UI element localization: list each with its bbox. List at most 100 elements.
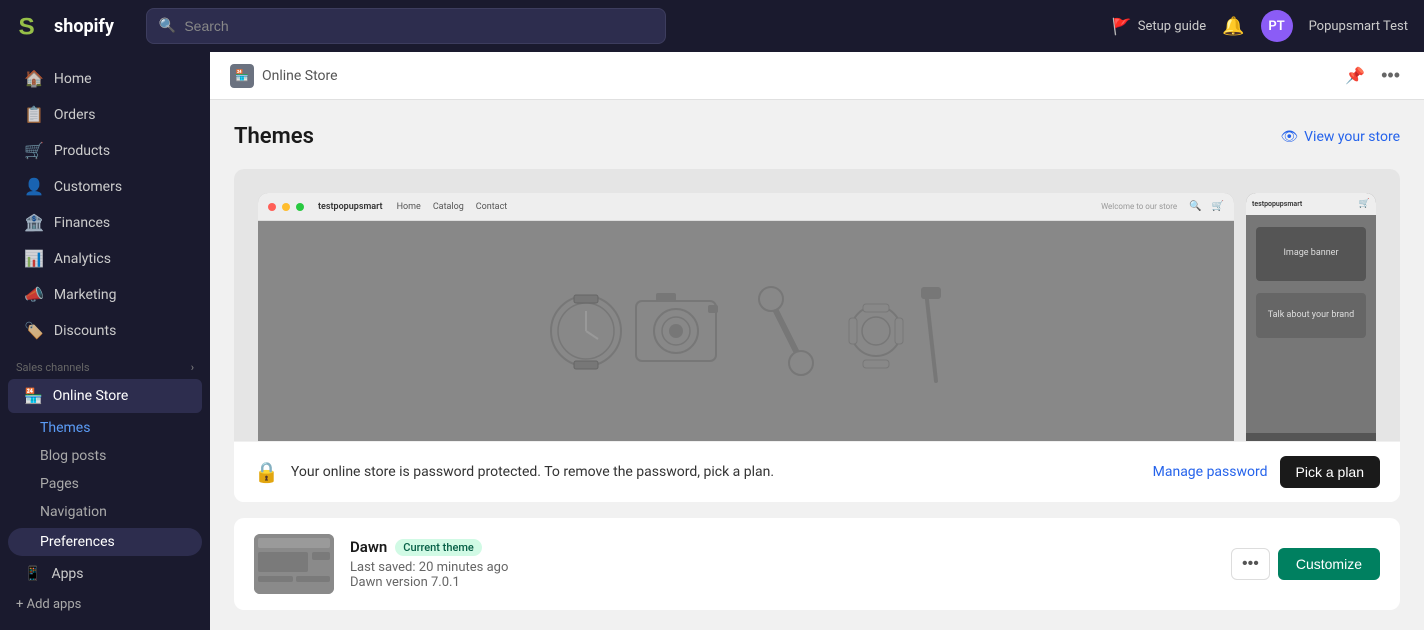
sidebar-item-discounts[interactable]: 🏷️ Discounts bbox=[8, 313, 202, 348]
sidebar-sub-themes[interactable]: Themes bbox=[0, 414, 210, 442]
desktop-mockup: testpopupsmart Home Catalog Contact Welc… bbox=[258, 193, 1234, 441]
mock-store-name: testpopupsmart bbox=[318, 202, 383, 212]
mobile-body: Image banner Talk about your brand bbox=[1246, 215, 1376, 433]
lock-icon: 🔒 bbox=[254, 460, 279, 484]
sidebar-sub-label-blog-posts: Blog posts bbox=[40, 448, 106, 464]
pin-button[interactable]: 📌 bbox=[1341, 62, 1369, 90]
browser-dot-1 bbox=[268, 203, 276, 211]
main-layout: 🏠 Home 📋 Orders 🛒 Products 👤 Customers 🏦… bbox=[0, 52, 1424, 630]
sidebar-label-orders: Orders bbox=[54, 107, 96, 123]
sidebar-item-marketing[interactable]: 📣 Marketing bbox=[8, 277, 202, 312]
orders-icon: 📋 bbox=[24, 105, 44, 124]
theme-preview-card: testpopupsmart Home Catalog Contact Welc… bbox=[234, 169, 1400, 502]
browser-dot-3 bbox=[296, 203, 304, 211]
sidebar-item-products[interactable]: 🛒 Products bbox=[8, 133, 202, 168]
mock-welcome-text: Welcome to our store bbox=[1101, 202, 1177, 211]
sidebar-label-customers: Customers bbox=[54, 179, 122, 195]
add-apps-button[interactable]: + Add apps bbox=[0, 591, 210, 618]
mobile-mockup: testpopupsmart 🛒 Image banner Talk about… bbox=[1246, 193, 1376, 441]
top-navigation: S shopify 🔍 🚩 Setup guide 🔔 PT Popupsmar… bbox=[0, 0, 1424, 52]
mobile-talk-brand: Talk about your brand bbox=[1256, 293, 1366, 339]
current-theme-badge: Current theme bbox=[395, 539, 482, 556]
breadcrumb-store-name: Online Store bbox=[262, 68, 338, 84]
sidebar-sub-blog-posts[interactable]: Blog posts bbox=[0, 442, 210, 470]
mobile-browser-chrome: testpopupsmart 🛒 bbox=[1246, 193, 1376, 215]
more-actions-button[interactable]: ••• bbox=[1231, 548, 1270, 580]
current-theme-card: Dawn Current theme Last saved: 20 minute… bbox=[234, 518, 1400, 610]
add-apps-label: + Add apps bbox=[16, 597, 81, 612]
sidebar-sub-label-preferences: Preferences bbox=[40, 534, 115, 550]
breadcrumb-bar: 🏪 Online Store 📌 ••• bbox=[210, 52, 1424, 100]
sidebar-item-online-store[interactable]: 🏪 Online Store bbox=[8, 379, 202, 413]
sidebar-item-finances[interactable]: 🏦 Finances bbox=[8, 205, 202, 240]
search-bar[interactable]: 🔍 bbox=[146, 8, 666, 44]
store-name-label: Popupsmart Test bbox=[1309, 19, 1408, 34]
home-icon: 🏠 bbox=[24, 69, 44, 88]
expand-sales-channels-icon[interactable]: › bbox=[191, 361, 194, 374]
sidebar-label-marketing: Marketing bbox=[54, 287, 117, 303]
eye-icon: 👁 bbox=[1280, 129, 1298, 145]
view-store-label: View your store bbox=[1304, 129, 1400, 145]
browser-dot-2 bbox=[282, 203, 290, 211]
shopify-logo[interactable]: S shopify bbox=[16, 10, 114, 42]
mock-nav-contact: Contact bbox=[476, 202, 507, 212]
nav-right: 🚩 Setup guide 🔔 PT Popupsmart Test bbox=[1112, 10, 1408, 42]
theme-actions: ••• Customize bbox=[1231, 548, 1380, 580]
mobile-store-name: testpopupsmart bbox=[1252, 200, 1302, 208]
setup-guide-button[interactable]: 🚩 Setup guide bbox=[1112, 17, 1206, 36]
sales-channels-label: Sales channels bbox=[16, 361, 90, 374]
theme-name: Dawn bbox=[350, 538, 387, 556]
sidebar-sub-navigation[interactable]: Navigation bbox=[0, 498, 210, 526]
sidebar-item-apps[interactable]: 📱 Apps bbox=[8, 558, 202, 590]
notification-bell-icon[interactable]: 🔔 bbox=[1222, 16, 1244, 37]
sidebar-sub-label-themes: Themes bbox=[40, 420, 90, 436]
sidebar-sub-label-pages: Pages bbox=[40, 476, 79, 492]
marketing-icon: 📣 bbox=[24, 285, 44, 304]
breadcrumb-more-button[interactable]: ••• bbox=[1377, 61, 1404, 90]
avatar-initials: PT bbox=[1268, 19, 1284, 34]
apps-label: Apps bbox=[51, 566, 83, 582]
customize-button[interactable]: Customize bbox=[1278, 548, 1380, 580]
flag-icon: 🚩 bbox=[1112, 17, 1132, 36]
sidebar-label-analytics: Analytics bbox=[54, 251, 111, 267]
sidebar-sub-preferences[interactable]: Preferences bbox=[8, 528, 202, 556]
logo-text: shopify bbox=[54, 16, 114, 37]
pick-plan-button[interactable]: Pick a plan bbox=[1280, 456, 1380, 488]
page-content: Themes 👁 View your store bbox=[210, 100, 1424, 630]
theme-thumbnail bbox=[254, 534, 334, 594]
view-store-link[interactable]: 👁 View your store bbox=[1280, 129, 1400, 145]
user-avatar[interactable]: PT bbox=[1261, 10, 1293, 42]
search-input[interactable] bbox=[184, 18, 653, 34]
breadcrumb-actions: 📌 ••• bbox=[1341, 61, 1404, 90]
apps-icon: 📱 bbox=[24, 566, 41, 582]
finances-icon: 🏦 bbox=[24, 213, 44, 232]
password-banner-text: Your online store is password protected.… bbox=[291, 464, 1141, 480]
manage-password-link[interactable]: Manage password bbox=[1153, 464, 1268, 480]
mock-nav-catalog: Catalog bbox=[433, 202, 464, 212]
password-banner: 🔒 Your online store is password protecte… bbox=[234, 441, 1400, 502]
products-icon: 🛒 bbox=[24, 141, 44, 160]
desktop-mockup-body bbox=[258, 221, 1234, 441]
image-banner-label: Image banner bbox=[1283, 248, 1338, 258]
search-nav-icon: 🔍 bbox=[1189, 201, 1201, 212]
content-area: 🏪 Online Store 📌 ••• Themes 👁 View your … bbox=[210, 52, 1424, 630]
breadcrumb: 🏪 Online Store bbox=[230, 64, 338, 88]
online-store-icon: 🏪 bbox=[24, 387, 43, 405]
sidebar-item-home[interactable]: 🏠 Home bbox=[8, 61, 202, 96]
sidebar-item-orders[interactable]: 📋 Orders bbox=[8, 97, 202, 132]
sidebar-sub-label-navigation: Navigation bbox=[40, 504, 107, 520]
sidebar-label-home: Home bbox=[54, 71, 92, 87]
tools-illustration bbox=[536, 241, 956, 421]
sidebar-item-analytics[interactable]: 📊 Analytics bbox=[8, 241, 202, 276]
theme-version: Dawn version 7.0.1 bbox=[350, 575, 1215, 590]
talk-brand-label: Talk about your brand bbox=[1268, 310, 1354, 320]
sidebar-label-discounts: Discounts bbox=[54, 323, 116, 339]
sidebar-item-customers[interactable]: 👤 Customers bbox=[8, 169, 202, 204]
analytics-icon: 📊 bbox=[24, 249, 44, 268]
sidebar: 🏠 Home 📋 Orders 🛒 Products 👤 Customers 🏦… bbox=[0, 52, 210, 630]
browser-chrome: testpopupsmart Home Catalog Contact Welc… bbox=[258, 193, 1234, 221]
theme-info: Dawn Current theme Last saved: 20 minute… bbox=[350, 538, 1215, 590]
sidebar-sub-pages[interactable]: Pages bbox=[0, 470, 210, 498]
svg-text:S: S bbox=[19, 13, 35, 40]
search-icon: 🔍 bbox=[159, 18, 176, 34]
